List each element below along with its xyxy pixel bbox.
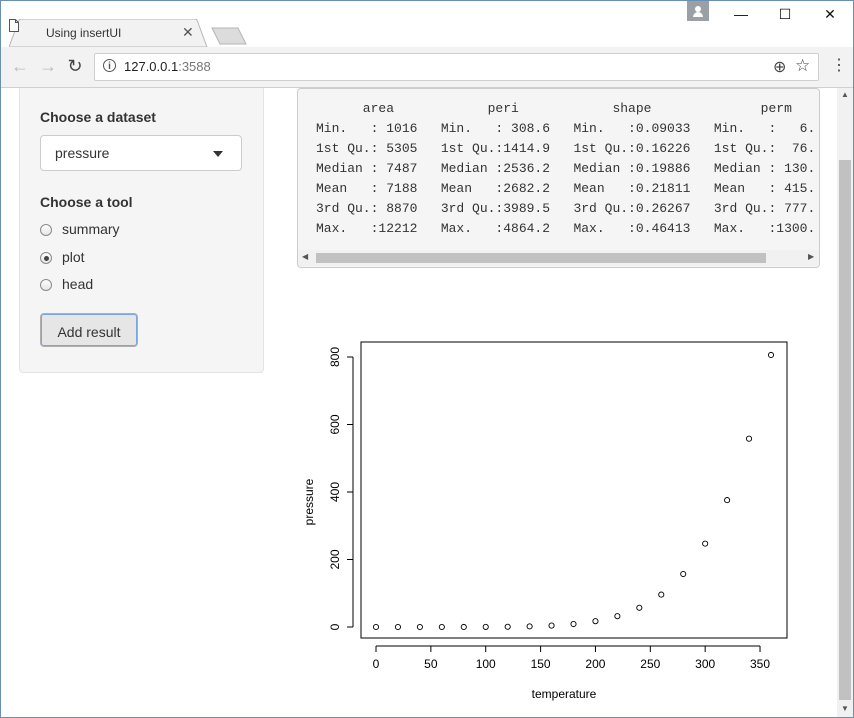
- summary-line: Median : 7487 Median :2536.2 Median :0.1…: [316, 161, 816, 176]
- scroll-right-icon[interactable]: ▶: [808, 252, 814, 261]
- radio-label: summary: [62, 221, 120, 237]
- close-window-icon[interactable]: ✕: [816, 3, 844, 25]
- data-point: [767, 351, 775, 359]
- y-tick-label: 600: [328, 414, 342, 434]
- scroll-down-icon[interactable]: ▼: [841, 704, 849, 713]
- maximize-icon[interactable]: ☐: [771, 3, 799, 25]
- tool-label: Choose a tool: [40, 194, 133, 210]
- data-point: [570, 620, 577, 628]
- y-tick-label: 800: [328, 347, 342, 367]
- scrollbar-thumb[interactable]: [839, 160, 851, 700]
- vertical-scrollbar[interactable]: ▲ ▼: [837, 88, 853, 717]
- radio-button[interactable]: [40, 224, 52, 236]
- sidebar-panel: Choose a dataset pressure Choose a tool …: [19, 88, 264, 373]
- data-point: [394, 623, 401, 631]
- scroll-left-icon[interactable]: ◀: [302, 252, 308, 261]
- horizontal-scrollbar[interactable]: ◀ ▶: [298, 250, 819, 266]
- y-tick-label: 200: [328, 549, 342, 569]
- dataset-value: pressure: [55, 145, 110, 161]
- back-icon[interactable]: ←: [9, 55, 31, 77]
- summary-output: area peri shape perm Min. : 1016 Min. : …: [297, 88, 820, 268]
- y-tick-label: 0: [328, 623, 342, 630]
- bookmark-star-icon[interactable]: ☆: [795, 56, 810, 76]
- data-point: [416, 623, 423, 631]
- data-point: [746, 435, 753, 442]
- page-content: Choose a dataset pressure Choose a tool …: [1, 88, 837, 717]
- forward-icon[interactable]: →: [37, 55, 59, 77]
- title-bar: Using insertUI ✕ — ☐ ✕: [1, 1, 853, 47]
- data-point: [636, 604, 643, 611]
- scroll-up-icon[interactable]: ▲: [841, 90, 849, 99]
- minimize-icon[interactable]: —: [727, 3, 755, 25]
- x-axis-label: temperature: [532, 687, 597, 701]
- tab-title: Using insertUI: [46, 26, 122, 40]
- x-tick-label: 0: [373, 657, 380, 671]
- data-point: [592, 618, 599, 625]
- data-point: [614, 613, 621, 620]
- radio-label: head: [62, 276, 94, 292]
- summary-line: Min. : 1016 Min. : 308.6 Min. :0.09033 M…: [316, 121, 816, 136]
- menu-icon[interactable]: ⋮: [831, 55, 847, 77]
- add-result-button[interactable]: Add result: [40, 313, 138, 347]
- x-tick-label: 150: [531, 657, 551, 671]
- summary-line: 1st Qu.: 5305 1st Qu.:1414.9 1st Qu.:0.1…: [316, 141, 816, 156]
- summary-text: area peri shape perm Min. : 1016 Min. : …: [316, 99, 815, 239]
- data-point: [548, 622, 555, 629]
- x-tick-label: 250: [640, 657, 660, 671]
- new-tab-button[interactable]: [211, 27, 247, 45]
- url-port: :3588: [178, 59, 211, 74]
- radio-label: plot: [62, 249, 85, 265]
- summary-line: area peri shape perm: [316, 101, 792, 116]
- url-text: 127.0.0.1:3588: [124, 59, 211, 74]
- data-point: [680, 570, 687, 578]
- data-point: [724, 497, 731, 504]
- summary-line: Mean : 7188 Mean :2682.2 Mean :0.21811 M…: [316, 181, 816, 196]
- scatter-plot: 0 50 100 150 200 250 300 350 0 200 400 600 800 temper…: [302, 341, 788, 701]
- browser-toolbar: ← → ↻ i 127.0.0.1:3588 ⊕ ☆ ⋮: [1, 47, 853, 88]
- zoom-icon[interactable]: ⊕: [773, 57, 786, 77]
- summary-line: 3rd Qu.: 8870 3rd Qu.:3989.5 3rd Qu.:0.2…: [316, 201, 816, 216]
- browser-tab[interactable]: Using insertUI ✕: [9, 19, 208, 47]
- close-tab-icon[interactable]: ✕: [182, 24, 194, 41]
- dataset-label: Choose a dataset: [40, 109, 156, 125]
- plot-frame: [360, 341, 788, 639]
- url-host: 127.0.0.1: [124, 59, 179, 74]
- x-tick-label: 50: [424, 657, 438, 671]
- data-point: [438, 623, 445, 631]
- dataset-select[interactable]: pressure: [40, 135, 242, 171]
- data-point: [658, 591, 665, 598]
- info-icon[interactable]: i: [103, 59, 116, 72]
- address-bar[interactable]: i 127.0.0.1:3588 ⊕ ☆: [94, 53, 819, 81]
- data-point: [504, 623, 511, 630]
- browser-window: Using insertUI ✕ — ☐ ✕ ← → ↻ i 127.0.0.1…: [0, 0, 854, 718]
- reload-icon[interactable]: ↻: [64, 55, 86, 77]
- x-tick-label: 100: [476, 657, 496, 671]
- data-point: [482, 623, 489, 630]
- data-point: [526, 623, 533, 630]
- summary-line: Max. :12212 Max. :4864.2 Max. :0.46413 M…: [316, 221, 816, 236]
- radio-button[interactable]: [40, 252, 52, 264]
- profile-icon[interactable]: [687, 1, 709, 21]
- scrollbar-thumb[interactable]: [316, 253, 766, 263]
- chevron-down-icon: [213, 151, 223, 157]
- x-tick-label: 300: [695, 657, 715, 671]
- data-point: [460, 623, 467, 631]
- x-tick-label: 350: [750, 657, 770, 671]
- x-tick-label: 200: [585, 657, 605, 671]
- y-tick-label: 400: [328, 482, 342, 502]
- data-point: [372, 623, 380, 631]
- document-icon: [9, 19, 19, 32]
- data-point: [702, 540, 709, 547]
- y-axis-label: pressure: [302, 478, 316, 525]
- radio-button[interactable]: [40, 279, 52, 291]
